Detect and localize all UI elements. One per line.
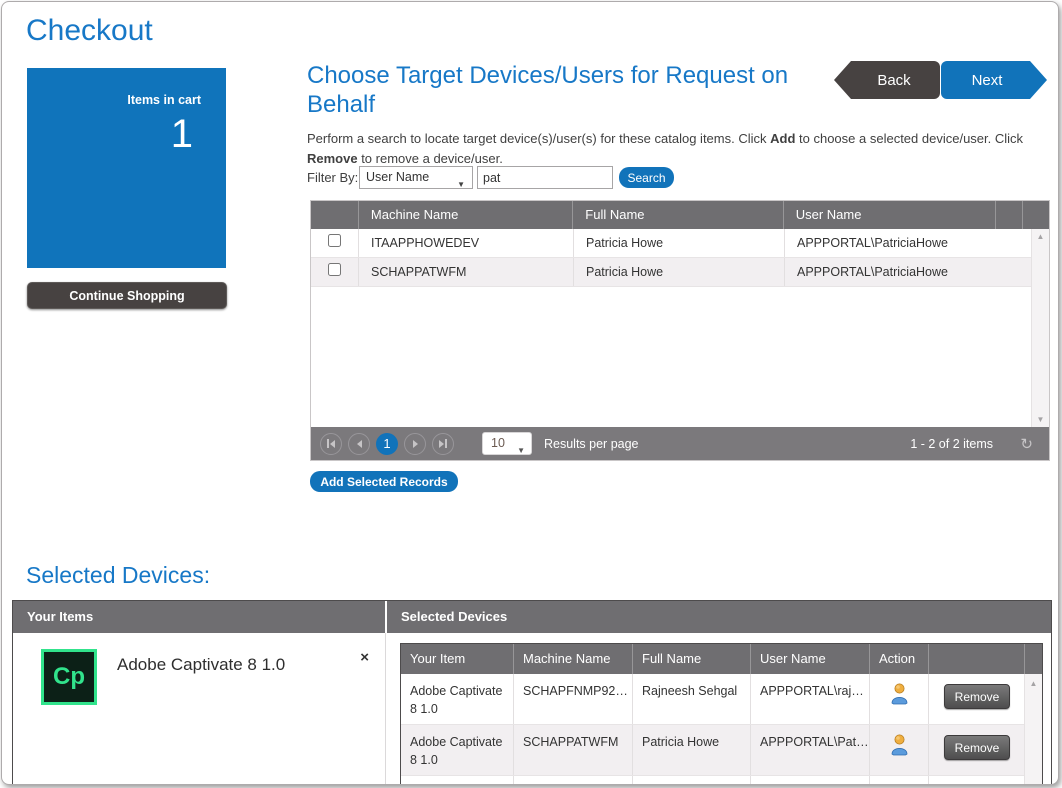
instructions-text: Perform a search to locate target device… [307, 129, 1049, 169]
instructions-part1: Perform a search to locate target device… [307, 131, 770, 146]
column-header-machine-name: Machine Name [513, 644, 632, 674]
section-heading: Choose Target Devices/Users for Request … [307, 62, 817, 120]
cell-user-name: APPPORTAL\PatriciaHowe [784, 258, 1031, 286]
cell-machine-name: SCHAPFNMP92… [513, 674, 632, 724]
page-title: Checkout [26, 14, 153, 48]
cell-your-item: Adobe Captivate 8 1.0 [401, 725, 513, 775]
table-row[interactable]: ITAAPPHOWEDEV Patricia Howe APPPORTAL\Pa… [311, 229, 1031, 258]
refresh-icon[interactable]: ↻ [1020, 435, 1033, 453]
user-person-icon[interactable] [889, 682, 910, 705]
instructions-part3: to remove a device/user. [358, 151, 503, 166]
column-header-machine-name: Machine Name [358, 201, 572, 229]
close-icon[interactable]: × [360, 649, 369, 666]
instructions-part2: to choose a selected device/user. Click [795, 131, 1023, 146]
filter-by-select[interactable]: User Name ▼ [359, 166, 473, 189]
cart-label: Items in cart [127, 93, 201, 107]
column-header-scroll-spacer [1022, 201, 1049, 229]
row-checkbox[interactable] [328, 263, 341, 276]
first-page-button[interactable] [320, 433, 342, 455]
instructions-bold-remove: Remove [307, 151, 358, 166]
cell-user-name: APPPORTAL\Pat… [750, 725, 869, 775]
instructions-bold-add: Add [770, 131, 795, 146]
items-count-label: 1 - 2 of 2 items [910, 437, 993, 451]
your-items-pane: Cp Adobe Captivate 8 1.0 × [13, 633, 386, 785]
cell-action [869, 725, 928, 775]
search-input[interactable] [477, 166, 613, 189]
table-row: Adobe Captivate 8 1.0 SCHAPPATWFM Patric… [401, 725, 1024, 776]
table-row[interactable]: SCHAPPATWFM Patricia Howe APPPORTAL\Patr… [311, 258, 1031, 287]
cart-item-name: Adobe Captivate 8 1.0 [117, 655, 285, 675]
table-row: Adobe Captivate 8 1.0 SCHAPFNMP92… Rajne… [401, 674, 1024, 725]
selected-devices-heading: Selected Devices: [26, 562, 210, 589]
previous-page-icon [357, 440, 362, 448]
cell-machine-name: ITAAPPHOWEDEV [358, 229, 573, 257]
scroll-up-icon[interactable]: ▲ [1037, 232, 1045, 241]
cell-full-name: Patricia Howe [573, 229, 784, 257]
first-page-icon [327, 439, 329, 448]
cell-your-item: Adobe Captivate 8 1.0 [401, 674, 513, 724]
cell-user-name: APPPORTAL\raj… [750, 674, 869, 724]
next-button[interactable]: Next [941, 61, 1047, 99]
next-page-icon [413, 440, 418, 448]
remove-button[interactable]: Remove [944, 735, 1010, 760]
next-page-button[interactable] [404, 433, 426, 455]
cell-action [869, 674, 928, 724]
scroll-down-icon[interactable]: ▼ [1037, 415, 1045, 424]
column-header-action: Action [869, 644, 928, 674]
checkout-window: Checkout Items in cart 1 Continue Shoppi… [1, 1, 1059, 785]
chevron-down-icon: ▼ [457, 174, 465, 195]
table-row [401, 776, 1024, 785]
cell-machine-name: SCHAPPATWFM [513, 725, 632, 775]
add-selected-records-button[interactable]: Add Selected Records [310, 471, 458, 492]
results-per-page-label: Results per page [544, 437, 639, 451]
vertical-scrollbar[interactable]: ▲ [1024, 674, 1042, 785]
remove-button[interactable]: Remove [944, 684, 1010, 709]
column-header-user-name: User Name [750, 644, 869, 674]
filter-by-selected-value: User Name [366, 170, 429, 184]
adobe-captivate-icon: Cp [41, 649, 97, 705]
current-page-button[interactable]: 1 [376, 433, 398, 455]
your-items-header: Your Items [13, 601, 385, 633]
device-results-grid: Machine Name Full Name User Name ITAAPPH… [310, 200, 1050, 461]
filter-by-label: Filter By: [307, 170, 358, 185]
column-header-remove [928, 644, 1024, 674]
checkbox-column-header [311, 201, 358, 229]
panel-header: Your Items Selected Devices [13, 601, 1051, 633]
last-page-button[interactable] [432, 433, 454, 455]
cell-machine-name: SCHAPPATWFM [358, 258, 573, 286]
last-page-icon [439, 440, 444, 448]
cell-full-name: Rajneesh Sehgal [632, 674, 750, 724]
previous-page-button[interactable] [348, 433, 370, 455]
selected-devices-panel: Your Items Selected Devices Cp Adobe Cap… [12, 600, 1052, 785]
user-person-icon[interactable] [889, 733, 910, 756]
back-button[interactable]: Back [834, 61, 940, 99]
column-header-spacer [995, 201, 1022, 229]
cell-full-name: Patricia Howe [632, 725, 750, 775]
column-header-full-name: Full Name [632, 644, 750, 674]
pagination-bar: 1 10 ▼ Results per page 1 - 2 of 2 items… [311, 427, 1049, 460]
cart-summary: Items in cart 1 [27, 68, 226, 268]
row-checkbox[interactable] [328, 234, 341, 247]
page-size-select[interactable]: 10 ▼ [482, 432, 532, 455]
cell-user-name: APPPORTAL\PatriciaHowe [784, 229, 1031, 257]
cell-full-name: Patricia Howe [573, 258, 784, 286]
selected-devices-table: Your Item Machine Name Full Name User Na… [400, 643, 1043, 785]
column-header-scroll-spacer [1024, 644, 1042, 674]
cart-count: 1 [171, 112, 193, 157]
results-grid-header: Machine Name Full Name User Name [311, 201, 1049, 229]
continue-shopping-button[interactable]: Continue Shopping [27, 282, 227, 309]
selected-devices-table-header: Your Item Machine Name Full Name User Na… [401, 644, 1042, 674]
column-header-user-name: User Name [783, 201, 995, 229]
search-button[interactable]: Search [619, 167, 674, 188]
selected-devices-table-body: Adobe Captivate 8 1.0 SCHAPFNMP92… Rajne… [401, 674, 1042, 785]
column-header-full-name: Full Name [572, 201, 782, 229]
chevron-down-icon: ▼ [517, 440, 525, 461]
vertical-scrollbar[interactable]: ▲ ▼ [1031, 229, 1049, 427]
page-size-value: 10 [491, 436, 505, 450]
selected-devices-header: Selected Devices [387, 601, 1051, 633]
scroll-up-icon[interactable]: ▲ [1030, 679, 1038, 688]
results-grid-body: ITAAPPHOWEDEV Patricia Howe APPPORTAL\Pa… [311, 229, 1049, 427]
column-header-your-item: Your Item [401, 644, 513, 674]
